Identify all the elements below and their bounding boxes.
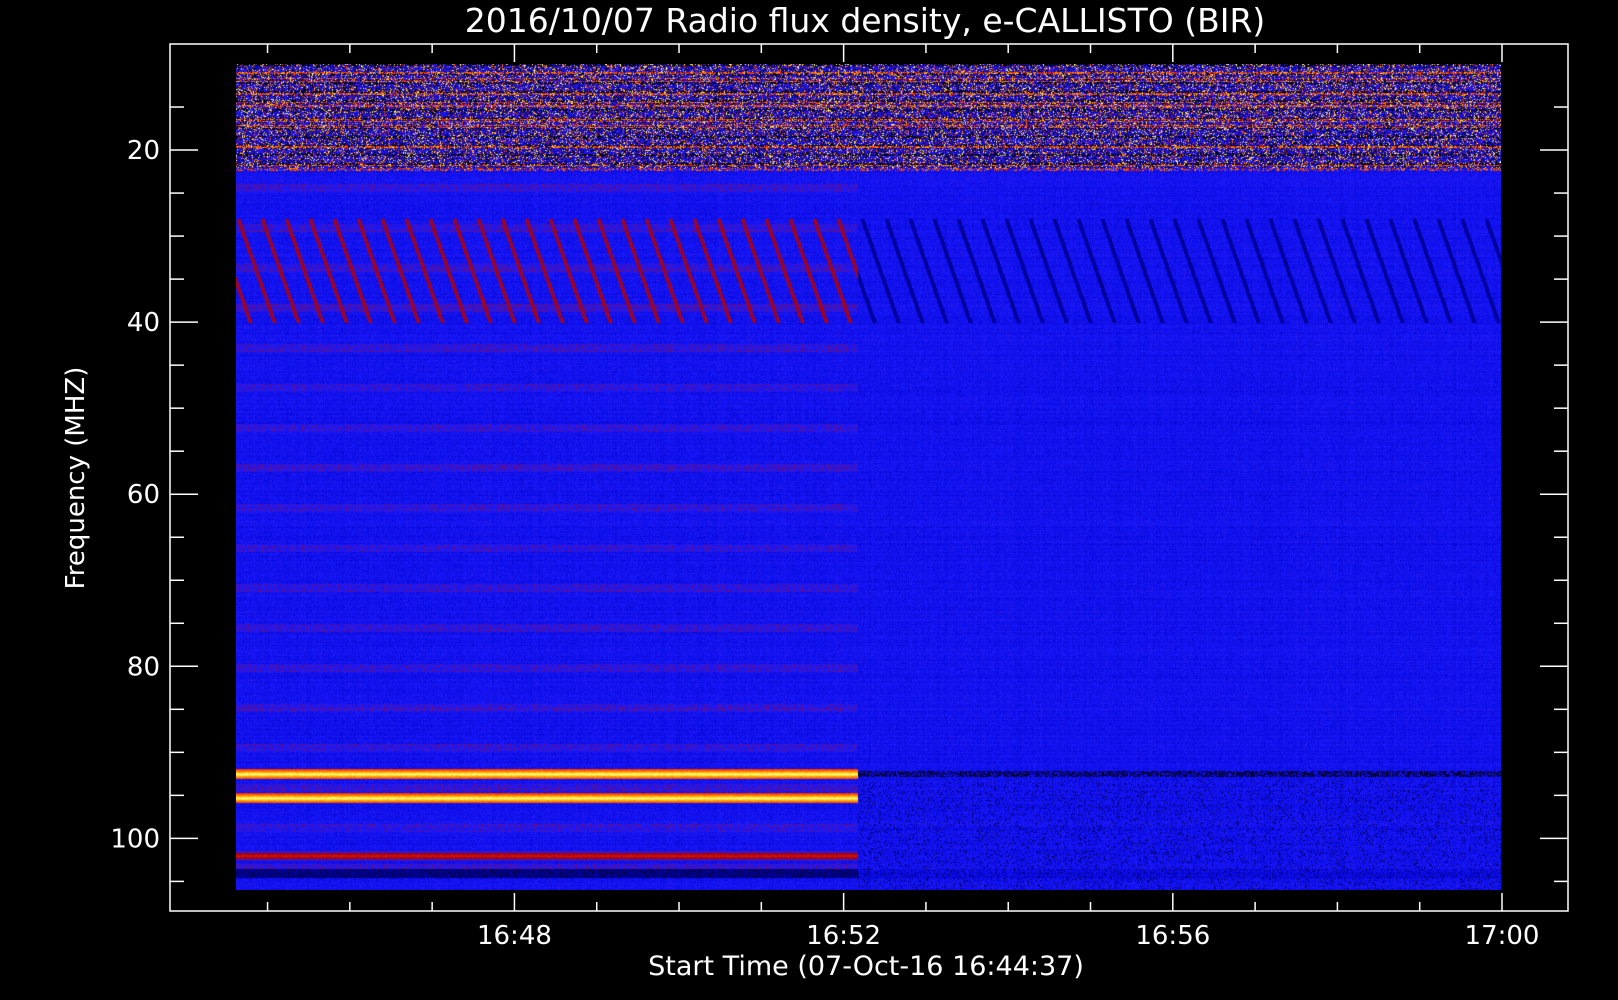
y-tick-label: 60 xyxy=(127,480,160,510)
chart-title: 2016/10/07 Radio flux density, e-CALLIST… xyxy=(465,1,1266,40)
y-axis-label: Frequency (MHZ) xyxy=(61,367,91,590)
spectrogram-heatmap xyxy=(236,64,1501,890)
y-tick-label: 100 xyxy=(110,824,160,854)
y-tick-label: 80 xyxy=(127,652,160,682)
y-tick-label: 40 xyxy=(127,308,160,338)
x-tick-label: 16:48 xyxy=(477,921,552,951)
x-tick-label: 16:52 xyxy=(806,921,881,951)
spectrogram-chart: 2016/10/07 Radio flux density, e-CALLIST… xyxy=(61,1,1569,982)
y-tick-label: 20 xyxy=(127,136,160,166)
spectrogram-image xyxy=(236,64,1501,890)
x-tick-label: 16:56 xyxy=(1135,921,1210,951)
x-tick-label: 17:00 xyxy=(1465,921,1540,951)
x-axis-label: Start Time (07-Oct-16 16:44:37) xyxy=(648,951,1084,982)
